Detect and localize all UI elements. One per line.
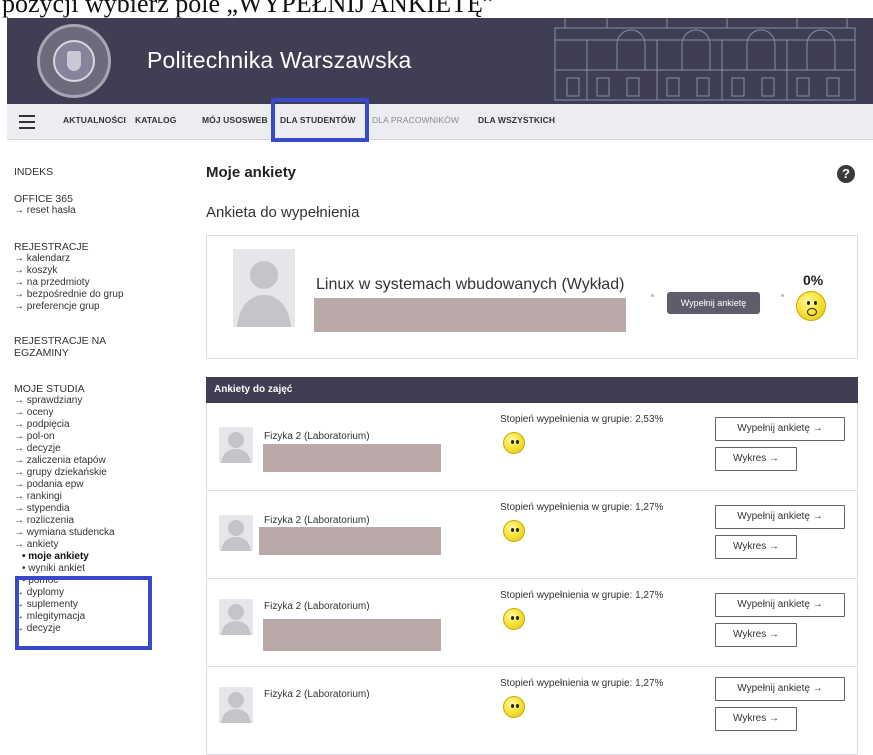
sidebar-rejestracje-egzaminy-2[interactable]: EGZAMINY <box>14 347 69 359</box>
nav-dla-wszystkich[interactable]: DLA WSZYSTKICH <box>478 115 555 125</box>
chart-button[interactable]: Wykres → <box>715 535 797 559</box>
main-nav: AKTUALNOŚCI KATALOG MÓJ USOSWEB DLA STUD… <box>7 104 873 140</box>
university-logo[interactable] <box>37 24 111 98</box>
completion-degree: Stopień wypełnienia w grupie: 1,27% <box>500 590 664 601</box>
completion-degree: Stopień wypełnienia w grupie: 1,27% <box>500 502 664 513</box>
sidebar-indeks[interactable]: INDEKS <box>14 166 53 178</box>
separator-dot <box>781 294 784 297</box>
redacted-block <box>263 444 441 472</box>
smiley-icon <box>503 696 525 718</box>
fill-survey-button[interactable]: Wypełnij ankietę → <box>715 677 845 701</box>
building-illustration <box>554 18 856 101</box>
page-title: Moje ankiety <box>206 164 297 181</box>
panel-header: Ankiety do zajęć <box>206 377 858 403</box>
redacted-block <box>259 527 441 555</box>
instruction-caption: pozycji wybierz pole „WYPEŁNIJ ANKIETĘ” <box>2 0 495 18</box>
menu-icon[interactable] <box>19 115 35 129</box>
sidebar-item-koszyk[interactable]: → koszyk <box>14 265 57 277</box>
table-row: Fizyka 2 (Laboratorium) Stopień wypełnie… <box>206 579 858 667</box>
avatar <box>219 427 253 463</box>
sidebar-item-wymiana[interactable]: → wymiana studencka <box>14 527 115 539</box>
fill-survey-button[interactable]: Wypełnij ankietę <box>667 292 760 314</box>
table-row: Fizyka 2 (Laboratorium) Stopień wypełnie… <box>206 491 858 579</box>
featured-survey-card: Linux w systemach wbudowanych (Wykład) W… <box>206 235 858 359</box>
sidebar-item-wyniki-ankiet[interactable]: • wyniki ankiet <box>22 563 85 575</box>
nav-dla-pracownikow[interactable]: DLA PRACOWNIKÓW <box>372 115 459 125</box>
highlight-box-nav <box>271 98 369 142</box>
course-name: Fizyka 2 (Laboratorium) <box>264 689 370 700</box>
completion-degree: Stopień wypełnienia w grupie: 1,27% <box>500 678 664 689</box>
featured-course-name: Linux w systemach wbudowanych (Wykład) <box>316 276 625 293</box>
sidebar-item-bezposrednie[interactable]: → bezpośrednie do grup <box>14 289 124 301</box>
sidebar-rejestracje-egzaminy[interactable]: REJESTRACJE NA <box>14 335 106 347</box>
sidebar-item-rozliczenia[interactable]: → rozliczenia <box>14 515 74 527</box>
sidebar-item-zaliczenia[interactable]: → zaliczenia etapów <box>14 455 106 467</box>
nav-katalog[interactable]: KATALOG <box>135 115 176 125</box>
crying-smiley-icon <box>796 291 826 321</box>
sidebar-moje-studia[interactable]: MOJE STUDIA <box>14 383 85 395</box>
sidebar-item-moje-ankiety[interactable]: • moje ankiety <box>22 551 89 563</box>
sidebar-item-sprawdziany[interactable]: → sprawdziany <box>14 395 82 407</box>
avatar <box>219 687 253 723</box>
redacted-block <box>314 298 626 332</box>
fill-survey-button[interactable]: Wypełnij ankietę → <box>715 593 845 617</box>
course-name: Fizyka 2 (Laboratorium) <box>264 601 370 612</box>
site-header: Politechnika Warszawska <box>7 18 873 104</box>
sidebar-item-grupy[interactable]: → grupy dziekańskie <box>14 467 107 479</box>
chart-button[interactable]: Wykres → <box>715 707 797 731</box>
sidebar-item-rankingi[interactable]: → rankingi <box>14 491 62 503</box>
sidebar-item-reset-hasla[interactable]: → reset hasła <box>14 205 76 217</box>
nav-aktualnosci[interactable]: AKTUALNOŚCI <box>63 115 126 125</box>
completion-degree: Stopień wypełnienia w grupie: 2,53% <box>500 414 664 425</box>
sidebar-office365[interactable]: OFFICE 365 <box>14 193 73 205</box>
sidebar-item-podania[interactable]: → podania epw <box>14 479 84 491</box>
sidebar-item-decyzje[interactable]: → decyzje <box>14 443 61 455</box>
smiley-icon <box>503 520 525 542</box>
avatar <box>219 515 253 551</box>
table-row: Fizyka 2 (Laboratorium) Stopień wypełnie… <box>206 403 858 491</box>
sidebar-item-na-przedmioty[interactable]: → na przedmioty <box>14 277 90 289</box>
sidebar-rejestracje[interactable]: REJESTRACJE <box>14 241 89 253</box>
help-icon[interactable]: ? <box>837 165 855 183</box>
smiley-icon <box>503 608 525 630</box>
separator-dot <box>651 294 654 297</box>
sidebar-item-kalendarz[interactable]: → kalendarz <box>14 253 70 265</box>
avatar <box>219 599 253 635</box>
fill-survey-button[interactable]: Wypełnij ankietę → <box>715 417 845 441</box>
sidebar-item-ankiety[interactable]: → ankiety <box>14 539 58 551</box>
section-subtitle: Ankieta do wypełnienia <box>206 204 360 221</box>
table-row: Fizyka 2 (Laboratorium) Stopień wypełnie… <box>206 667 858 755</box>
chart-button[interactable]: Wykres → <box>715 447 797 471</box>
chart-button[interactable]: Wykres → <box>715 623 797 647</box>
sidebar-item-preferencje[interactable]: → preferencje grup <box>14 301 100 313</box>
highlight-box-sidebar <box>15 576 152 650</box>
avatar <box>233 249 295 327</box>
course-name: Fizyka 2 (Laboratorium) <box>264 431 370 442</box>
sidebar-item-stypendia[interactable]: → stypendia <box>14 503 70 515</box>
redacted-block <box>263 619 441 651</box>
nav-moj-usosweb[interactable]: MÓJ USOSWEB <box>202 115 268 125</box>
sidebar-item-pol-on[interactable]: → pol-on <box>14 431 55 443</box>
course-name: Fizyka 2 (Laboratorium) <box>264 515 370 526</box>
smiley-icon <box>503 432 525 454</box>
fill-survey-button[interactable]: Wypełnij ankietę → <box>715 505 845 529</box>
site-title[interactable]: Politechnika Warszawska <box>147 47 412 74</box>
sidebar-item-oceny[interactable]: → oceny <box>14 407 53 419</box>
sidebar-item-podpiecia[interactable]: → podpięcia <box>14 419 70 431</box>
completion-percent: 0% <box>803 272 824 288</box>
